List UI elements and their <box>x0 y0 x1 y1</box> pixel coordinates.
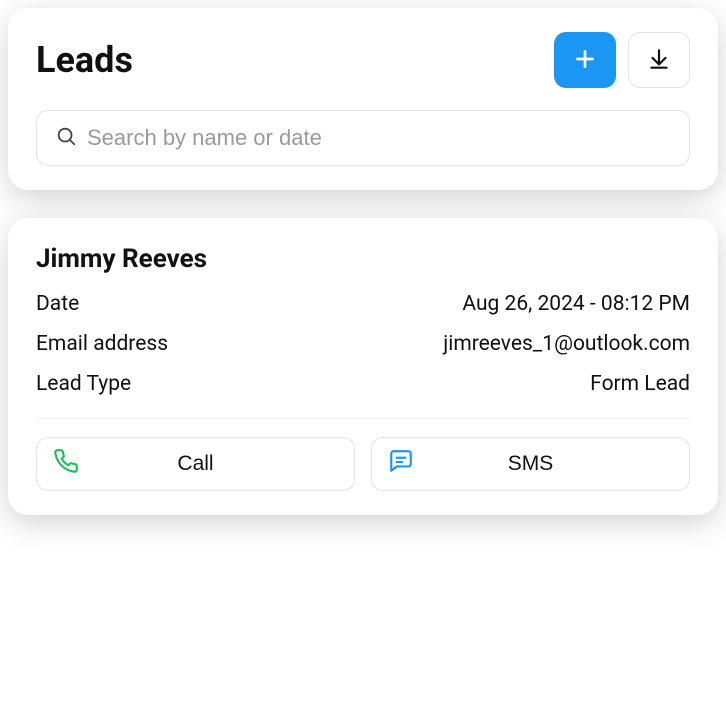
sms-button[interactable]: SMS <box>371 437 690 491</box>
lead-name: Jimmy Reeves <box>36 244 690 274</box>
call-label: Call <box>177 452 213 476</box>
divider <box>36 418 690 419</box>
email-label: Email address <box>36 332 168 356</box>
lead-type-row: Lead Type Form Lead <box>36 372 690 396</box>
call-button[interactable]: Call <box>36 437 355 491</box>
header-row: Leads <box>36 32 690 88</box>
message-icon <box>388 448 414 480</box>
lead-email-row: Email address jimreeves_1@outlook.com <box>36 332 690 356</box>
date-value: Aug 26, 2024 - 08:12 PM <box>462 292 690 316</box>
page-title: Leads <box>36 39 133 81</box>
search-icon <box>55 125 77 151</box>
lead-actions: Call SMS <box>36 437 690 491</box>
type-value: Form Lead <box>590 372 690 396</box>
add-lead-button[interactable] <box>554 32 616 88</box>
plus-icon <box>572 46 598 75</box>
lead-date-row: Date Aug 26, 2024 - 08:12 PM <box>36 292 690 316</box>
date-label: Date <box>36 292 79 316</box>
download-icon <box>646 46 672 75</box>
search-input[interactable] <box>87 125 671 151</box>
download-button[interactable] <box>628 32 690 88</box>
leads-header-card: Leads <box>8 8 718 190</box>
phone-icon <box>53 448 79 480</box>
type-label: Lead Type <box>36 372 131 396</box>
search-field[interactable] <box>36 110 690 166</box>
email-value: jimreeves_1@outlook.com <box>443 332 690 356</box>
lead-detail-card: Jimmy Reeves Date Aug 26, 2024 - 08:12 P… <box>8 218 718 515</box>
header-actions <box>554 32 690 88</box>
sms-label: SMS <box>508 452 554 476</box>
